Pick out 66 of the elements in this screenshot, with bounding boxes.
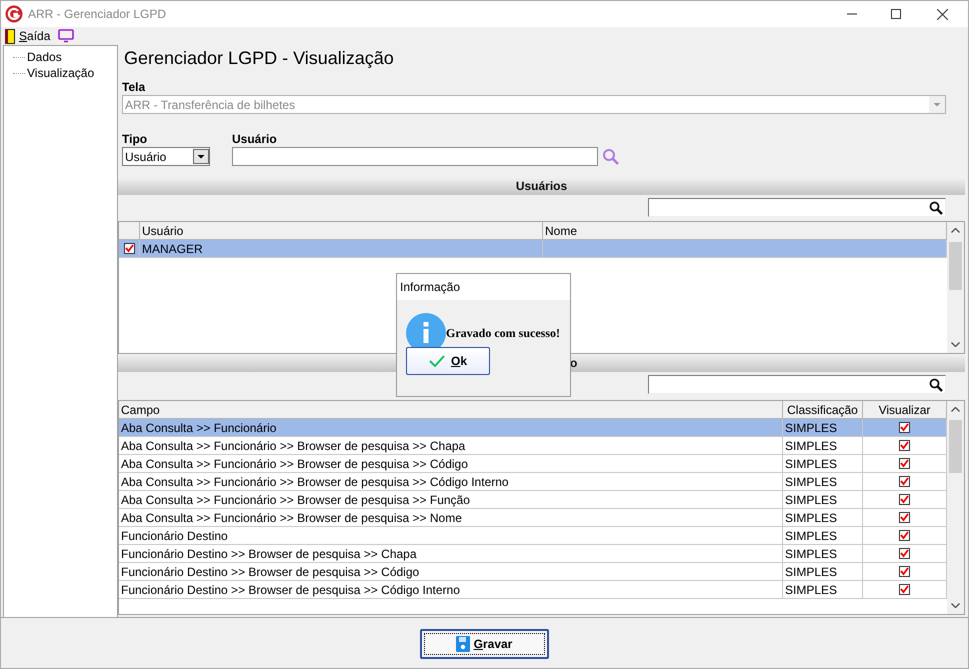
scroll-thumb[interactable] [949,420,962,473]
scrollbar[interactable] [947,401,964,614]
header-corner [119,222,140,240]
field-label: Tela [122,79,146,93]
maximize-icon [891,9,901,19]
table-cell: Funcionário Destino >> Browser de pesquisa >> Código Interno [119,581,783,599]
search-icon [929,200,943,214]
scroll-up-icon [951,407,960,412]
tree-item[interactable]: Visualização [27,64,94,82]
checkbox[interactable] [899,422,910,433]
table-cell: SIMPLES [783,581,863,599]
close-icon [937,8,948,20]
table-row[interactable]: Aba Consulta >> Funcionário SIMPLES [119,419,947,437]
column-header[interactable]: Nome [543,222,947,240]
check-icon [428,355,445,367]
checkbox[interactable] [899,512,910,523]
table-row[interactable]: Aba Consulta >> Funcionário >> Browser de pesquisa >> Chapa SIMPLES [119,437,947,455]
dialog-title: Informação [397,274,570,300]
scroll-down-icon [951,342,960,347]
checkbox[interactable] [899,494,910,505]
column-header[interactable]: Usuário [140,222,543,240]
table-cell: MANAGER [140,240,543,258]
save-button[interactable]: Gravar [420,628,548,658]
page-heading: Gerenciador LGPD - Visualização [124,47,394,69]
user-field[interactable] [232,147,598,166]
column-header[interactable]: Visualizar [863,401,947,419]
table-row[interactable]: Aba Consulta >> Funcionário >> Browser de pesquisa >> Nome SIMPLES [119,509,947,527]
checkbox[interactable] [899,566,910,577]
table-row[interactable]: Aba Consulta >> Funcionário >> Browser de pesquisa >> Código Interno SIMPLES [119,473,947,491]
checkbox[interactable] [899,440,910,451]
checkbox[interactable] [124,243,134,254]
checkbox[interactable] [899,458,910,469]
table-row[interactable]: Funcionário Destino >> Browser de pesquisa >> Código SIMPLES [119,563,947,581]
table-row[interactable]: Aba Consulta >> Funcionário >> Browser de pesquisa >> Código SIMPLES [119,455,947,473]
monitor-button[interactable] [58,28,74,44]
search-icon[interactable] [602,148,620,166]
checkbox[interactable] [899,476,910,487]
exit-menu-item[interactable]: Saída [5,28,50,44]
door-icon [5,28,15,44]
app-logo-icon [5,5,23,23]
checkbox[interactable] [899,548,910,559]
scroll-down-icon [951,603,960,608]
filter-field[interactable] [648,375,946,394]
scroll-up-icon [951,228,960,233]
type-combo[interactable]: Usuário [122,147,210,166]
ok-button[interactable]: Ok [406,347,490,375]
checkbox[interactable] [899,584,910,595]
dialog-message: Gravado com sucesso! [446,325,560,342]
column-header[interactable]: Classificação [783,401,863,419]
table-row[interactable]: Funcionário Destino >> Browser de pesquisa >> Chapa SIMPLES [119,545,947,563]
field-label: Usuário [232,131,277,145]
tree-item[interactable]: Dados [27,48,62,66]
checkbox[interactable] [899,530,910,541]
search-icon [929,378,943,392]
scroll-thumb[interactable] [949,242,962,290]
table-row[interactable]: Funcionário Destino SIMPLES [119,527,947,545]
column-header[interactable]: Campo [119,401,783,419]
table-row[interactable]: MANAGER [119,240,947,258]
table-row[interactable]: Funcionário Destino >> Browser de pesquisa >> Código Interno SIMPLES [119,581,947,599]
scrollbar[interactable] [947,222,964,353]
section-title: Usuários [516,178,568,195]
window-title: ARR - Gerenciador LGPD [28,6,168,23]
table-row[interactable]: Aba Consulta >> Funcionário >> Browser de pesquisa >> Função SIMPLES [119,491,947,509]
monitor-icon [58,29,74,43]
filter-field[interactable] [648,198,946,217]
field-label: Tipo [122,131,148,145]
